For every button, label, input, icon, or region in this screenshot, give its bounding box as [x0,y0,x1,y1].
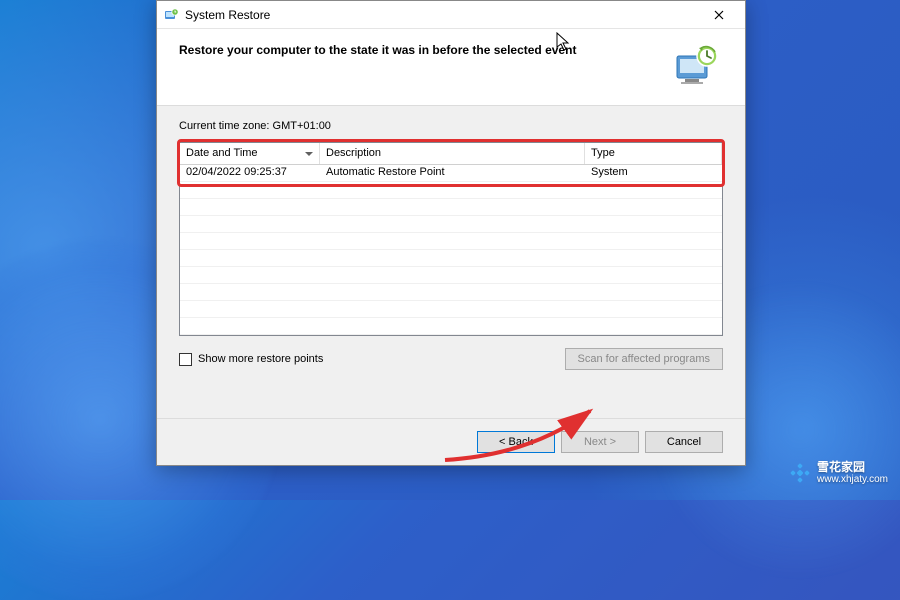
restore-points-table[interactable]: Date and Time Description Type 02/04/202… [179,142,723,336]
cell-datetime: 02/04/2022 09:25:37 [180,165,320,181]
table-header: Date and Time Description Type [180,143,722,165]
table-row-empty [180,250,722,267]
timezone-label: Current time zone: GMT+01:00 [179,120,723,132]
table-row-empty [180,233,722,250]
scan-programs-button[interactable]: Scan for affected programs [565,348,723,370]
checkbox-label: Show more restore points [198,353,323,365]
table-row-empty [180,267,722,284]
column-type[interactable]: Type [585,143,722,164]
watermark: 雪花家园 www.xhjaty.com [789,460,888,486]
table-row-empty [180,199,722,216]
cancel-button[interactable]: Cancel [645,431,723,453]
watermark-url: www.xhjaty.com [817,474,888,486]
table-row-empty [180,284,722,301]
table-row-empty [180,182,722,199]
header-text: Restore your computer to the state it wa… [179,41,657,57]
lower-controls: Show more restore points Scan for affect… [179,348,723,370]
table-row[interactable]: 02/04/2022 09:25:37 Automatic Restore Po… [180,165,722,182]
show-more-checkbox[interactable]: Show more restore points [179,353,557,366]
checkbox-box[interactable] [179,353,192,366]
table-row-empty [180,301,722,318]
window-title: System Restore [185,8,699,22]
watermark-logo-icon [789,462,811,484]
restore-graphic-icon [669,41,723,87]
titlebar: System Restore [157,1,745,29]
close-button[interactable] [699,1,739,29]
column-description[interactable]: Description [320,143,585,164]
table-row-empty [180,318,722,335]
back-button[interactable]: < Back [477,431,555,453]
wizard-body: Current time zone: GMT+01:00 Date and Ti… [157,106,745,418]
column-datetime[interactable]: Date and Time [180,143,320,164]
cell-description: Automatic Restore Point [320,165,585,181]
cell-type: System [585,165,722,181]
table-row-empty [180,216,722,233]
app-icon [163,7,179,23]
system-restore-window: System Restore Restore your computer to … [156,0,746,466]
wizard-header: Restore your computer to the state it wa… [157,29,745,106]
next-button[interactable]: Next > [561,431,639,453]
watermark-brand: 雪花家园 [817,460,888,474]
wizard-footer: < Back Next > Cancel [157,418,745,465]
